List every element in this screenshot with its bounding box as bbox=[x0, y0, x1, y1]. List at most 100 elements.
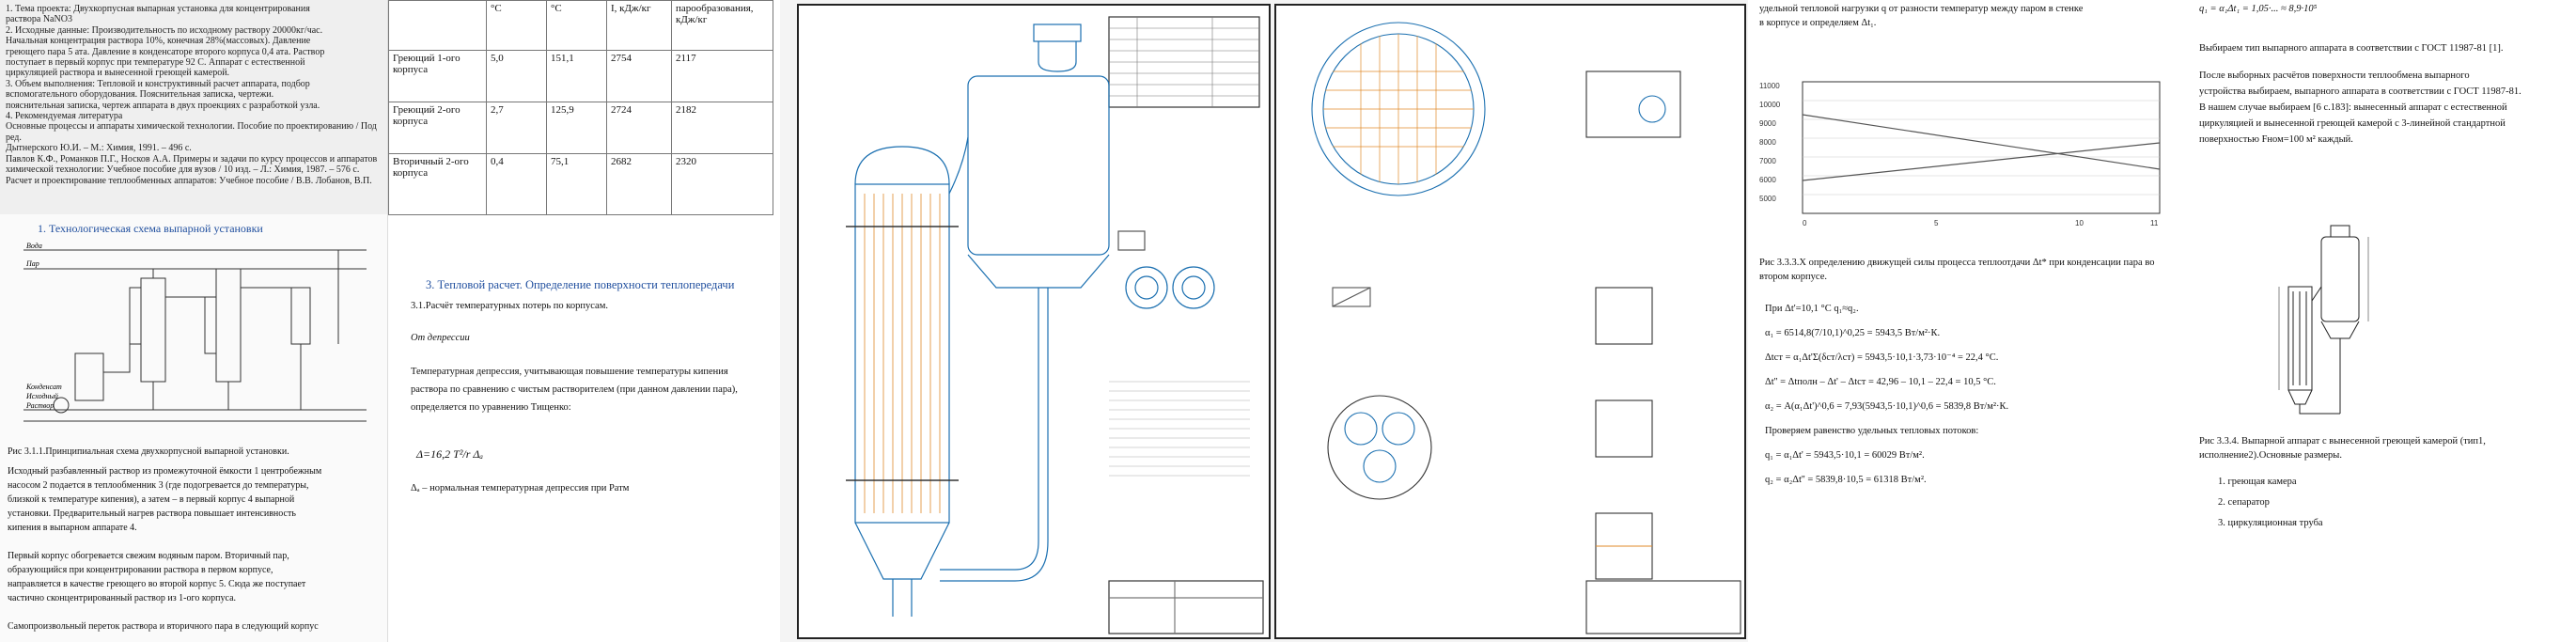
gost-selection: Выбираем тип выпарного аппарата в соотве… bbox=[2199, 43, 2504, 54]
chart-tick-y: 11000 bbox=[1759, 82, 1780, 90]
text-line: Температурная депрессия, учитывающая пов… bbox=[411, 367, 728, 377]
chart-tick-y: 10000 bbox=[1759, 101, 1781, 109]
text-line: В нашем случае выбираем [6 с.183]: вынес… bbox=[2199, 102, 2507, 113]
text-line: Первый корпус обогревается свежим водяны… bbox=[8, 551, 289, 561]
table-cell: 2724 bbox=[606, 102, 672, 154]
calc-line: Δt'' = Δtполн – Δt' – Δtст = 42,96 – 10,… bbox=[1765, 377, 1996, 387]
sketch-caption: Рис 3.3.4. Выпарной аппарат с вынесенной… bbox=[2199, 436, 2486, 461]
table-header-cell bbox=[388, 0, 487, 51]
chart-tick-y: 5000 bbox=[1759, 195, 1776, 203]
process-scheme: Вода Пар Конденсат Исходный Раствор bbox=[23, 242, 367, 422]
chart-tick-y: 9000 bbox=[1759, 119, 1776, 128]
table-header-cell: I, кДж/кг bbox=[606, 0, 672, 51]
cad-drawings-panel bbox=[780, 0, 1748, 642]
selection-paragraph: После выборных расчётов поверхности тепл… bbox=[2199, 68, 2570, 148]
steam-parameters-table: °С °С I, кДж/кг парообразования, кДж/кг … bbox=[388, 0, 773, 215]
calc-line: При Δt'=10,1 °С q₁≈q₂. bbox=[1765, 304, 1859, 314]
table-cell: 2,7 bbox=[486, 102, 547, 154]
table-cell: 2320 bbox=[671, 153, 773, 215]
table-row: Вторичный 2-ого корпуса 0,4 75,1 2682 23… bbox=[388, 153, 773, 215]
chart-tick-x: 5 bbox=[1934, 219, 1939, 227]
text-line: в корпусе и определяем Δt₁. bbox=[1759, 18, 1877, 28]
table-cell: 2754 bbox=[606, 50, 672, 102]
parts-list: 1. греющая камера 2. сепаратор 3. циркуляц… bbox=[2218, 472, 2500, 534]
scan-line: 3. Объем выполнения: Тепловой и конструк… bbox=[6, 78, 310, 89]
text-line: удельной тепловой нагрузки q от разности… bbox=[1759, 4, 2084, 14]
table-cell: Вторичный 2-ого корпуса bbox=[388, 153, 487, 215]
chart-tick-y: 6000 bbox=[1759, 176, 1776, 184]
scheme-description: Исходный разбавленный раствор из промежу… bbox=[8, 464, 383, 634]
tishchenko-formula: Δ=16,2 T²/r Δₐ bbox=[416, 447, 483, 461]
list-item: 2. сепаратор bbox=[2218, 497, 2270, 508]
scan-line: Павлов К.Ф., Романков П.Г., Носков А.А. … bbox=[6, 153, 378, 164]
table-cell: 125,9 bbox=[546, 102, 607, 154]
text-line: определяется по уравнению Тищенко: bbox=[411, 402, 571, 413]
table-row: Греющий 1-ого корпуса 5,0 151,1 2754 211… bbox=[388, 50, 773, 102]
table-cell: Греющий 2-ого корпуса bbox=[388, 102, 487, 154]
text-line: раствора по сравнению с чистым растворит… bbox=[411, 384, 738, 395]
scan-line: 1. Тема проекта: Двухкорпусная выпарная … bbox=[6, 4, 310, 14]
table-cell: Греющий 1-ого корпуса bbox=[388, 50, 487, 102]
list-item: 3. циркуляционная труба bbox=[2218, 518, 2323, 528]
text-line bbox=[8, 605, 383, 619]
text-line: образующийся при концентрировании раство… bbox=[8, 565, 273, 575]
calculation-lines: При Δt'=10,1 °С q₁≈q₂. α₁ = 6514,8(7/10,1… bbox=[1765, 297, 2178, 493]
scan-line: раствора NaNO3 bbox=[6, 14, 72, 25]
calc-line: α₁ = 6514,8(7/10,1)^0,25 = 5943,5 Вт/м²·… bbox=[1765, 328, 1941, 338]
table-cell: 5,0 bbox=[486, 50, 547, 102]
scan-line: Начальная концентрация раствора 10%, кон… bbox=[6, 36, 311, 47]
scan-line: пояснительная записка, чертеж аппарата в… bbox=[6, 100, 320, 111]
text-line: После выборных расчётов поверхности тепл… bbox=[2199, 70, 2470, 81]
text-line: поверхностью Fном=100 м² каждый. bbox=[2199, 134, 2353, 145]
doc-panel-task: 1. Тема проекта: Двухкорпусная выпарная … bbox=[0, 0, 387, 642]
text-line: близкой к температуре кипения), а затем … bbox=[8, 494, 295, 505]
scheme-label-water: Вода bbox=[26, 242, 42, 250]
evaporator-sketch bbox=[2278, 225, 2369, 415]
italic-label: От депрессии bbox=[411, 333, 470, 343]
text-line: Самопроизвольный переток раствора и втор… bbox=[8, 621, 319, 632]
calc-line: α₂ = A(α₁Δt')^0,6 = 7,93(5943,5·10,1)^0,… bbox=[1765, 401, 2009, 412]
table-cell: 2182 bbox=[671, 102, 773, 154]
calc-line: Проверяем равенство удельных тепловых по… bbox=[1765, 426, 1979, 436]
depression-paragraph: Температурная депрессия, учитывающая пов… bbox=[411, 363, 773, 416]
depression-note: Δₐ – нормальная температурная депрессия … bbox=[411, 483, 630, 493]
chart-tick-y: 8000 bbox=[1759, 138, 1776, 147]
scan-line: Основные процессы и аппараты химической … bbox=[6, 121, 377, 143]
formula-top: q₁ = α₁Δt₁ = 1,05·... ≈ 8,9·10⁵ bbox=[2199, 4, 2318, 14]
scheme-label-steam: Пар bbox=[25, 259, 39, 268]
scheme-label-solution: Раствор bbox=[25, 401, 54, 410]
table-header-cell: °С bbox=[546, 0, 607, 51]
scan-line: химической технологии: Учебное пособие д… bbox=[6, 164, 360, 176]
calc-line: Δtст = α₁Δt'Σ(δст/λст) = 5943,5·10,1·3,7… bbox=[1765, 352, 1999, 363]
figure-caption: Рис 3.1.1.Принципиальная схема двухкорпу… bbox=[8, 446, 289, 457]
scan-line: Расчет и проектирование теплообменных ап… bbox=[6, 175, 372, 186]
calc-line: q₂ = α₂Δt'' = 5839,8·10,5 = 61318 Вт/м². bbox=[1765, 475, 1927, 485]
chart-tick-x: 0 bbox=[1803, 219, 1807, 227]
heat-flux-chart: 11000 10000 9000 8000 7000 6000 5000 0 5… bbox=[1759, 81, 2161, 227]
scan-line: Дытнерского Ю.И. – М.: Химия, 1991. – 49… bbox=[6, 143, 192, 154]
scan-line: греющего пара 5 ата. Давление в конденса… bbox=[6, 46, 325, 57]
doc-panel-thermal: °С °С I, кДж/кг парообразования, кДж/кг … bbox=[387, 0, 780, 642]
table-header-row: °С °С I, кДж/кг парообразования, кДж/кг bbox=[388, 0, 773, 51]
list-item: 1. греющая камера bbox=[2218, 477, 2297, 487]
scan-line: 4. Рекомендуемая литература bbox=[6, 111, 123, 122]
drawing-sheet-evaporator bbox=[797, 4, 1271, 639]
table-header-cell: парообразования, кДж/кг bbox=[671, 0, 773, 51]
scanned-task-sheet: 1. Тема проекта: Двухкорпусная выпарная … bbox=[0, 0, 387, 214]
text-line: насосом 2 подается в теплообменник 3 (гд… bbox=[8, 480, 309, 491]
chart-tick-y: 7000 bbox=[1759, 157, 1776, 165]
scheme-label-feed: Исходный bbox=[25, 392, 58, 400]
table-row: Греющий 2-ого корпуса 2,7 125,9 2724 218… bbox=[388, 102, 773, 154]
scan-line: поступает в первый корпус при температур… bbox=[6, 57, 305, 69]
calc-line: q₁ = α₁Δt' = 5943,5·10,1 = 60029 Вт/м². bbox=[1765, 450, 1925, 461]
scan-line: 2. Исходные данные: Производительность п… bbox=[6, 24, 323, 36]
subsection-heading: 3.1.Расчёт температурных потерь по корпу… bbox=[411, 301, 608, 311]
scan-line: вспомогательного оборудования. Пояснител… bbox=[6, 89, 274, 101]
text-line: Исходный разбавленный раствор из промежу… bbox=[8, 466, 322, 477]
table-cell: 75,1 bbox=[546, 153, 607, 215]
doc-panel-calc: удельной тепловой нагрузки q от разности… bbox=[1748, 0, 2576, 642]
table-header-cell: °С bbox=[486, 0, 547, 51]
chart-caption: Рис 3.3.3.Х определению движущей силы пр… bbox=[1759, 258, 2155, 282]
table-cell: 2117 bbox=[671, 50, 773, 102]
chart-tick-x: 10 bbox=[2075, 219, 2084, 227]
